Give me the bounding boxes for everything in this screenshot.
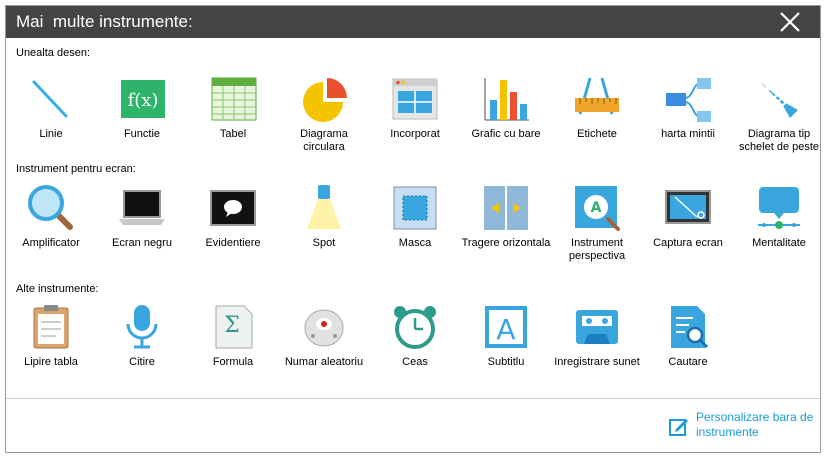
section-other-tools: Alte instrumente:	[16, 283, 99, 295]
dice-icon	[304, 309, 344, 347]
tool-line[interactable]: Linie	[6, 74, 96, 141]
tool-label: Spot	[312, 237, 336, 249]
tool-horizontal-drag[interactable]: Tragere orizontala	[461, 183, 551, 250]
alarm-clock-icon	[394, 306, 436, 349]
tool-mask[interactable]: Masca	[370, 183, 460, 250]
bar-chart-icon	[484, 78, 529, 121]
table-icon	[211, 77, 257, 121]
tool-formula[interactable]: Σ Formula	[188, 302, 278, 369]
tool-label: Etichete	[577, 128, 617, 140]
line-icon	[32, 80, 68, 118]
mask-icon	[393, 186, 437, 230]
magnifier-icon	[28, 185, 73, 230]
clipboard-icon	[33, 305, 69, 349]
tool-label: Mentalitate	[752, 237, 806, 249]
tool-random-number[interactable]: Numar aleatoriu	[279, 302, 369, 369]
tool-label: Diagrama circulara	[300, 128, 348, 153]
svg-text:Σ: Σ	[224, 313, 240, 338]
embed-icon	[392, 78, 438, 120]
tool-label: Ecran negru	[112, 237, 172, 249]
tool-labels[interactable]: Etichete	[552, 74, 642, 141]
customize-toolbar-label: Personalizare bara de instrumente	[696, 410, 814, 439]
search-doc-icon	[671, 306, 709, 349]
tool-pie-chart[interactable]: Diagrama circulara	[279, 74, 369, 154]
fishbone-icon	[760, 82, 798, 118]
section-screen-tools: Instrument pentru ecran:	[16, 163, 136, 175]
tool-clock[interactable]: Ceas	[370, 302, 460, 369]
spotlight-icon	[307, 185, 341, 229]
tool-label: Captura ecran	[653, 237, 723, 249]
mentality-icon	[758, 187, 800, 229]
tool-search[interactable]: Cautare	[643, 302, 733, 369]
tool-bar-chart[interactable]: Grafic cu bare	[461, 74, 551, 141]
curtain-icon	[484, 186, 528, 230]
svg-text:A: A	[591, 200, 602, 216]
tool-fishbone[interactable]: Diagrama tip schelet de peste	[734, 74, 824, 154]
tool-label: Inregistrare sunet	[554, 356, 640, 368]
tool-function[interactable]: f(x) Functie	[97, 74, 187, 141]
tool-label: Grafic cu bare	[471, 128, 541, 140]
pie-chart-icon	[303, 78, 347, 122]
tool-label: Evidentiere	[205, 237, 261, 249]
more-tools-dialog: Mai multe instrumente: Unealta desen: Li…	[5, 5, 821, 453]
tool-label: harta mintii	[661, 128, 715, 140]
svg-text:A: A	[496, 313, 515, 346]
tool-black-screen[interactable]: Ecran negru	[97, 183, 187, 250]
mind-map-icon	[666, 78, 711, 122]
tool-label: Diagrama tip schelet de peste	[738, 128, 820, 153]
cassette-icon	[576, 310, 618, 344]
tool-label: Linie	[39, 128, 63, 140]
formula-icon: Σ	[215, 305, 253, 349]
highlight-icon	[210, 190, 256, 226]
function-icon: f(x)	[121, 80, 165, 118]
tool-label: Numar aleatoriu	[284, 356, 364, 368]
tool-screen-capture[interactable]: Captura ecran	[643, 183, 733, 250]
tool-label: Tragere orizontala	[461, 237, 551, 249]
tool-subtitle[interactable]: A Subtitlu	[461, 302, 551, 369]
tool-embed[interactable]: Incorporat	[370, 74, 460, 141]
tool-label: Tabel	[219, 128, 247, 140]
microphone-icon	[126, 305, 158, 349]
tool-label: Formula	[212, 356, 254, 368]
tool-perspective[interactable]: A Instrument perspectiva	[552, 183, 642, 263]
section-drawing-tools: Unealta desen:	[16, 47, 90, 59]
tool-spotlight[interactable]: Spot	[279, 183, 369, 250]
ruler-label-icon	[575, 77, 619, 115]
tool-highlight[interactable]: Evidentiere	[188, 183, 278, 250]
tool-label: Instrument perspectiva	[568, 237, 626, 262]
edit-icon	[669, 419, 688, 436]
tool-label: Citire	[129, 356, 155, 368]
perspective-icon: A	[575, 186, 620, 231]
dialog-title: Mai multe instrumente:	[16, 12, 193, 31]
tool-label: Cautare	[668, 356, 708, 368]
tool-label: Incorporat	[390, 128, 440, 140]
title-bar: Mai multe instrumente:	[6, 6, 820, 38]
laptop-icon	[119, 190, 165, 225]
tool-label: Subtitlu	[487, 356, 525, 368]
tool-table[interactable]: Tabel	[188, 74, 278, 141]
svg-text:f(x): f(x)	[128, 90, 159, 111]
screenshot-icon	[665, 190, 711, 224]
tool-label: Masca	[398, 237, 432, 249]
tool-label: Amplificator	[22, 237, 80, 249]
subtitle-icon: A	[485, 306, 527, 348]
tool-reading[interactable]: Citire	[97, 302, 187, 369]
tool-label: Functie	[123, 128, 161, 140]
tool-mentality[interactable]: Mentalitate	[734, 183, 824, 250]
tool-mind-map[interactable]: harta mintii	[643, 74, 733, 141]
footer-divider	[6, 398, 820, 399]
tool-sound-recording[interactable]: Inregistrare sunet	[552, 302, 642, 369]
close-icon[interactable]	[778, 10, 802, 34]
tool-magnifier[interactable]: Amplificator	[6, 183, 96, 250]
tool-board-paste[interactable]: Lipire tabla	[6, 302, 96, 369]
tool-label: Ceas	[402, 356, 428, 368]
tool-label: Lipire tabla	[24, 356, 78, 368]
